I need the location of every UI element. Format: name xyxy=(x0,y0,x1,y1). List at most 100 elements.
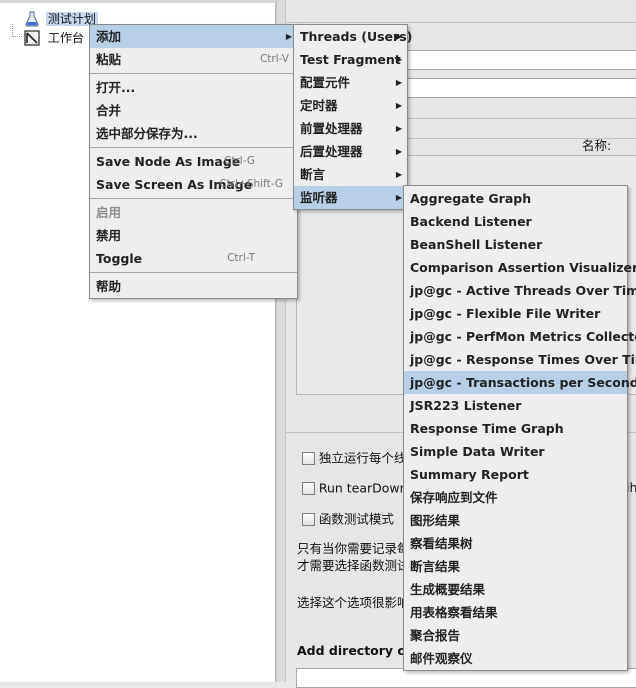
tree-context-menu: 添加 ▶ 粘贴 Ctrl-V 打开... 合并 选中部分保存为... Save … xyxy=(89,24,298,299)
teardown-checkbox[interactable]: Run tearDown T xyxy=(302,479,419,497)
menu-item-label: 保存响应到文件 xyxy=(410,490,498,505)
menu-item-threads[interactable]: Threads (Users) ▶ xyxy=(294,25,412,48)
menu-item-help[interactable]: 帮助 xyxy=(90,275,297,298)
menu-item-label: 监听器 xyxy=(300,190,338,205)
menu-item-label: 启用 xyxy=(96,205,122,220)
menu-shortcut: Ctrl+Shift-G xyxy=(219,178,283,190)
menu-item-comparison-assertion-visualizer[interactable]: Comparison Assertion Visualizer xyxy=(404,256,636,279)
submenu-arrow-icon: ▶ xyxy=(395,170,402,179)
menu-item-save-responses-to-file[interactable]: 保存响应到文件 xyxy=(404,486,627,509)
menu-item-label: 打开... xyxy=(96,80,136,95)
menu-item-label: 邮件观察仪 xyxy=(410,651,473,666)
menu-item-label: Aggregate Graph xyxy=(410,191,532,206)
submenu-arrow-icon: ▶ xyxy=(395,124,402,133)
submenu-arrow-icon: ▶ xyxy=(395,78,402,87)
functional-test-mode-checkbox[interactable]: 函数测试模式 xyxy=(302,510,394,528)
menu-item-view-results-in-table[interactable]: 用表格察看结果 xyxy=(404,601,627,624)
menu-item-label: 添加 xyxy=(96,29,122,44)
menu-item-label: 配置元件 xyxy=(300,75,351,90)
checkbox-box[interactable] xyxy=(302,482,315,495)
menu-item-label: JSR223 Listener xyxy=(410,398,522,413)
menu-item-response-times-over-time[interactable]: jp@gc - Response Times Over Time xyxy=(404,348,636,371)
menu-item-label: Summary Report xyxy=(410,467,529,482)
menu-item-summary-report[interactable]: Summary Report xyxy=(404,463,627,486)
checkbox-box[interactable] xyxy=(302,452,315,465)
workbench-icon xyxy=(24,29,40,46)
menu-separator xyxy=(90,198,297,199)
menu-item-label: BeanShell Listener xyxy=(410,237,543,252)
menu-item-label: 禁用 xyxy=(96,228,122,243)
menu-item-label: Comparison Assertion Visualizer xyxy=(410,260,636,275)
menu-item-label: Backend Listener xyxy=(410,214,532,229)
menu-item-post-processor[interactable]: 后置处理器 ▶ xyxy=(294,140,407,163)
menu-item-label: 合并 xyxy=(96,103,122,118)
serial-thread-groups-checkbox[interactable]: 独立运行每个线 xyxy=(302,449,406,467)
menu-item-generate-summary-results[interactable]: 生成概要结果 xyxy=(404,578,627,601)
menu-item-perfmon-metrics-collector[interactable]: jp@gc - PerfMon Metrics Collector xyxy=(404,325,636,348)
menu-item-disable[interactable]: 禁用 xyxy=(90,224,297,247)
menu-item-assertion[interactable]: 断言 ▶ xyxy=(294,163,407,186)
menu-item-test-fragment[interactable]: Test Fragment ▶ xyxy=(294,48,407,71)
menu-item-paste[interactable]: 粘贴 Ctrl-V xyxy=(90,48,297,71)
menu-item-save-node-as-image[interactable]: Save Node As Image Ctrl-G xyxy=(90,150,297,173)
menu-item-active-threads-over-time[interactable]: jp@gc - Active Threads Over Time xyxy=(404,279,636,302)
menu-item-label: 图形结果 xyxy=(410,513,461,528)
menu-item-add[interactable]: 添加 ▶ xyxy=(90,25,297,48)
submenu-arrow-icon: ▶ xyxy=(395,193,402,202)
menu-item-aggregate-graph[interactable]: Aggregate Graph xyxy=(404,187,627,210)
classpath-table[interactable] xyxy=(296,668,636,688)
checkbox-label: 独立运行每个线 xyxy=(318,450,407,466)
menu-item-listener[interactable]: 监听器 ▶ xyxy=(294,186,407,209)
menu-item-label: 断言结果 xyxy=(410,559,461,574)
menu-item-open[interactable]: 打开... xyxy=(90,76,297,99)
menu-separator xyxy=(90,272,297,273)
menu-item-label: jp@gc - Transactions per Second xyxy=(410,375,636,390)
tree-item-label: 工作台 xyxy=(47,30,84,45)
menu-shortcut: Ctrl-T xyxy=(227,252,255,264)
menu-item-flexible-file-writer[interactable]: jp@gc - Flexible File Writer xyxy=(404,302,627,325)
tree-guide-line xyxy=(12,36,22,37)
submenu-arrow-icon: ▶ xyxy=(395,55,402,64)
menu-item-graph-results[interactable]: 图形结果 xyxy=(404,509,627,532)
menu-shortcut: Ctrl-V xyxy=(259,53,289,65)
menu-item-response-time-graph[interactable]: Response Time Graph xyxy=(404,417,627,440)
menu-item-view-results-tree[interactable]: 察看结果树 xyxy=(404,532,627,555)
tree-toolbar-strip xyxy=(0,0,276,3)
menu-item-label: Toggle xyxy=(96,251,143,266)
submenu-arrow-icon: ▶ xyxy=(395,147,402,156)
menu-item-assertion-results[interactable]: 断言结果 xyxy=(404,555,627,578)
menu-item-label: 选中部分保存为... xyxy=(96,126,198,141)
menu-item-label: Simple Data Writer xyxy=(410,444,545,459)
test-plan-icon xyxy=(24,11,40,27)
name-column-label: 名称: xyxy=(582,138,612,153)
menu-item-pre-processor[interactable]: 前置处理器 ▶ xyxy=(294,117,407,140)
menu-item-config-element[interactable]: 配置元件 ▶ xyxy=(294,71,407,94)
menu-item-transactions-per-second[interactable]: jp@gc - Transactions per Second xyxy=(404,371,636,394)
menu-item-simple-data-writer[interactable]: Simple Data Writer xyxy=(404,440,627,463)
menu-item-toggle[interactable]: Toggle Ctrl-T xyxy=(90,247,297,270)
menu-item-label: jp@gc - Flexible File Writer xyxy=(410,306,601,321)
menu-item-save-screen-as-image[interactable]: Save Screen As Image Ctrl+Shift-G xyxy=(90,173,297,196)
menu-item-label: 生成概要结果 xyxy=(410,582,486,597)
menu-item-label: 定时器 xyxy=(300,98,338,113)
checkbox-box[interactable] xyxy=(302,513,315,526)
menu-item-aggregate-report[interactable]: 聚合报告 xyxy=(404,624,627,647)
menu-item-label: 后置处理器 xyxy=(300,144,363,159)
menu-item-save-selection-as[interactable]: 选中部分保存为... xyxy=(90,122,297,145)
add-submenu: Threads (Users) ▶ Test Fragment ▶ 配置元件 ▶… xyxy=(293,24,412,210)
menu-item-label: jp@gc - Response Times Over Time xyxy=(410,352,636,367)
tree-item-workbench[interactable]: 工作台 xyxy=(24,28,86,46)
menu-item-mailer-visualizer[interactable]: 邮件观察仪 xyxy=(404,647,627,670)
menu-item-merge[interactable]: 合并 xyxy=(90,99,297,122)
menu-item-label: 聚合报告 xyxy=(410,628,461,643)
menu-item-timer[interactable]: 定时器 ▶ xyxy=(294,94,407,117)
menu-item-jsr223-listener[interactable]: JSR223 Listener xyxy=(404,394,627,417)
menu-item-beanshell-listener[interactable]: BeanShell Listener xyxy=(404,233,627,256)
tree-item-test-plan[interactable]: 测试计划 xyxy=(24,9,98,27)
menu-item-label: 察看结果树 xyxy=(410,536,473,551)
menu-separator xyxy=(90,73,297,74)
listener-submenu: Aggregate Graph Backend Listener BeanShe… xyxy=(403,185,636,671)
menu-item-label: 用表格察看结果 xyxy=(410,605,498,620)
menu-item-label: 断言 xyxy=(300,167,326,182)
menu-item-backend-listener[interactable]: Backend Listener xyxy=(404,210,627,233)
